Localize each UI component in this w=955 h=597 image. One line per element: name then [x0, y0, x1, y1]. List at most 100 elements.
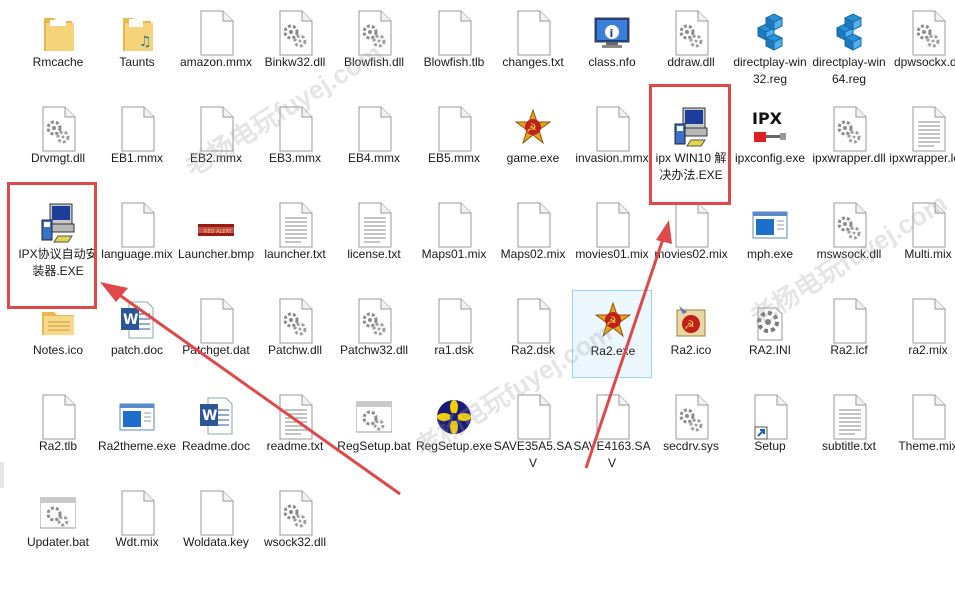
- file-name-label: changes.txt: [502, 55, 564, 69]
- file-item[interactable]: subtitle.txt: [809, 386, 889, 474]
- file-item[interactable]: IPX协议自动安装器.EXE: [18, 194, 98, 282]
- file-name-label: RegSetup.exe: [415, 439, 493, 453]
- dll-file-icon: [831, 106, 867, 152]
- file-item[interactable]: invasion.mmx: [572, 98, 652, 186]
- file-item[interactable]: Maps01.mix: [414, 194, 494, 282]
- file-item[interactable]: directplay-win32.reg: [730, 2, 810, 90]
- file-item[interactable]: RegSetup.exe: [414, 386, 494, 474]
- file-item[interactable]: Multi.mix: [888, 194, 955, 282]
- file-item[interactable]: EB3.mmx: [255, 98, 335, 186]
- file-item[interactable]: EB1.mmx: [97, 98, 177, 186]
- file-item[interactable]: Notes.ico: [18, 290, 98, 378]
- file-name-label: EB2.mmx: [189, 151, 242, 165]
- file-item[interactable]: ♫ Taunts: [97, 2, 177, 90]
- blank-file-icon: [515, 202, 551, 248]
- file-item[interactable]: Ra2theme.exe: [97, 386, 177, 474]
- file-item[interactable]: Rmcache: [18, 2, 98, 90]
- file-item[interactable]: RegSetup.bat: [334, 386, 414, 474]
- file-item[interactable]: Patchget.dat: [176, 290, 256, 378]
- file-item[interactable]: Wdt.mix: [97, 482, 177, 570]
- file-item[interactable]: RA2.INI: [730, 290, 810, 378]
- scrollbar-edge[interactable]: [0, 462, 4, 488]
- file-name-label: Ra2.lcf: [830, 343, 868, 357]
- file-name-label: mswsock.dll: [816, 247, 882, 261]
- blank-file-icon: [910, 298, 946, 344]
- file-item[interactable]: ra1.dsk: [414, 290, 494, 378]
- file-item[interactable]: EB2.mmx: [176, 98, 256, 186]
- file-item[interactable]: amazon.mmx: [176, 2, 256, 90]
- file-name-label: dpwsockx.dll: [893, 55, 955, 69]
- file-item[interactable]: Ra2.tlb: [18, 386, 98, 474]
- file-name-label: Patchget.dat: [182, 343, 250, 357]
- file-item[interactable]: Updater.bat: [18, 482, 98, 570]
- file-name-label: patch.doc: [110, 343, 164, 357]
- file-name-label: Ra2.dsk: [510, 343, 556, 357]
- file-item[interactable]: i class.nfo: [572, 2, 652, 90]
- file-item[interactable]: language.mix: [97, 194, 177, 282]
- blank-file-icon: [198, 298, 234, 344]
- word-document-icon: W: [198, 394, 234, 440]
- file-item[interactable]: RED ALERT Launcher.bmp: [176, 194, 256, 282]
- blank-file-icon: [436, 202, 472, 248]
- file-name-label: Blowfish.tlb: [423, 55, 485, 69]
- file-item[interactable]: license.txt: [334, 194, 414, 282]
- red-alert-soviet-icon: ☭: [594, 299, 632, 345]
- file-item[interactable]: secdrv.sys: [651, 386, 731, 474]
- file-item[interactable]: ☭ Ra2.ico: [651, 290, 731, 378]
- file-item[interactable]: launcher.txt: [255, 194, 335, 282]
- text-file-icon: [356, 202, 392, 248]
- file-item[interactable]: Drvmgt.dll: [18, 98, 98, 186]
- blank-file-icon: [910, 394, 946, 440]
- blank-file-icon: [515, 10, 551, 56]
- file-item[interactable]: Setup: [730, 386, 810, 474]
- file-item[interactable]: IPX ipxconfig.exe: [730, 98, 810, 186]
- file-item[interactable]: Binkw32.dll: [255, 2, 335, 90]
- blank-file-icon: [436, 10, 472, 56]
- file-item[interactable]: Patchw.dll: [255, 290, 335, 378]
- svg-text:W: W: [202, 408, 217, 424]
- file-name-label: movies02.mix: [654, 247, 728, 261]
- file-item[interactable]: readme.txt: [255, 386, 335, 474]
- file-item[interactable]: ipxwrapper.log: [888, 98, 955, 186]
- file-name-label: ipx WIN10 解决办法.EXE: [655, 151, 727, 182]
- file-name-label: language.mix: [101, 247, 173, 261]
- file-item[interactable]: ☭ Ra2.exe: [572, 290, 652, 378]
- file-item[interactable]: ra2.mix: [888, 290, 955, 378]
- file-name-label: Notes.ico: [32, 343, 84, 357]
- text-file-icon: [277, 202, 313, 248]
- file-name-label: Ra2.exe: [590, 344, 636, 358]
- file-item[interactable]: EB4.mmx: [334, 98, 414, 186]
- file-item[interactable]: dpwsockx.dll: [888, 2, 955, 90]
- file-item[interactable]: movies01.mix: [572, 194, 652, 282]
- file-item[interactable]: ☭ game.exe: [493, 98, 573, 186]
- file-item[interactable]: W Readme.doc: [176, 386, 256, 474]
- file-item[interactable]: movies02.mix: [651, 194, 731, 282]
- file-item[interactable]: SAVE4163.SAV: [572, 386, 652, 474]
- file-name-label: Readme.doc: [181, 439, 251, 453]
- file-item[interactable]: wsock32.dll: [255, 482, 335, 570]
- file-item[interactable]: Ra2.dsk: [493, 290, 573, 378]
- file-item[interactable]: mph.exe: [730, 194, 810, 282]
- file-item[interactable]: ipx WIN10 解决办法.EXE: [651, 98, 731, 186]
- file-item[interactable]: directplay-win64.reg: [809, 2, 889, 90]
- file-item[interactable]: SAVE35A5.SAV: [493, 386, 573, 474]
- file-item[interactable]: Blowfish.tlb: [414, 2, 494, 90]
- file-item[interactable]: mswsock.dll: [809, 194, 889, 282]
- file-item[interactable]: Patchw32.dll: [334, 290, 414, 378]
- file-item[interactable]: Maps02.mix: [493, 194, 573, 282]
- file-item[interactable]: Ra2.lcf: [809, 290, 889, 378]
- file-name-label: game.exe: [506, 151, 560, 165]
- file-item[interactable]: EB5.mmx: [414, 98, 494, 186]
- file-name-label: wsock32.dll: [263, 535, 327, 549]
- file-item[interactable]: Theme.mix: [888, 386, 955, 474]
- file-item[interactable]: ddraw.dll: [651, 2, 731, 90]
- file-item[interactable]: changes.txt: [493, 2, 573, 90]
- file-item[interactable]: Blowfish.dll: [334, 2, 414, 90]
- file-name-label: ra1.dsk: [434, 343, 474, 357]
- file-name-label: Blowfish.dll: [343, 55, 405, 69]
- file-item[interactable]: Wpatch.doc: [97, 290, 177, 378]
- file-item[interactable]: Woldata.key: [176, 482, 256, 570]
- file-name-label: license.txt: [347, 247, 401, 261]
- file-item[interactable]: ipxwrapper.dll: [809, 98, 889, 186]
- file-name-label: directplay-win64.reg: [812, 55, 886, 86]
